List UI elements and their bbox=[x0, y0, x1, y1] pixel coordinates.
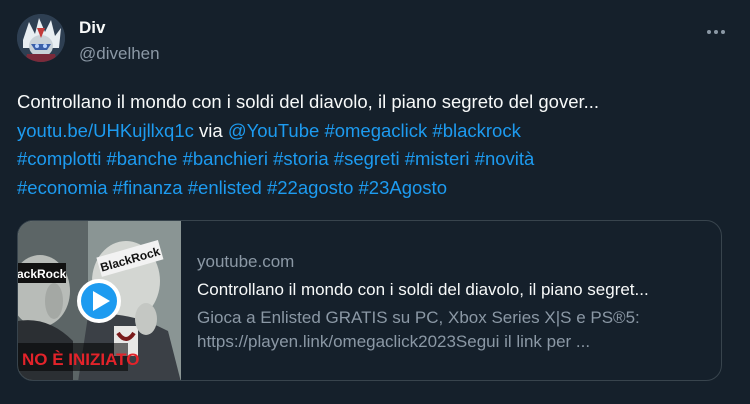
hashtag-link[interactable]: #omegaclick bbox=[324, 120, 427, 141]
more-dot-icon bbox=[721, 30, 725, 34]
hashtag-link[interactable]: #banchieri bbox=[183, 148, 268, 169]
hashtag-link[interactable]: #finanza bbox=[113, 177, 183, 198]
more-dot-icon bbox=[714, 30, 718, 34]
thumb-label-left: lackRock bbox=[18, 267, 67, 281]
tweet-first-line: Controllano il mondo con i soldi del dia… bbox=[17, 91, 600, 112]
video-thumbnail[interactable]: lackRock BlackRock NO È INIZIATO bbox=[18, 221, 181, 380]
hashtag-link[interactable]: #segreti bbox=[334, 148, 400, 169]
tweet[interactable]: Div @divelhen Controllano il mondo con i… bbox=[0, 0, 750, 404]
tweet-links-line: youtu.be/UHKujllxq1c via @YouTube #omega… bbox=[17, 117, 732, 146]
display-name[interactable]: Div bbox=[79, 18, 105, 38]
more-options-button[interactable] bbox=[704, 22, 728, 42]
thumbnail-image: lackRock BlackRock NO È INIZIATO bbox=[18, 221, 181, 380]
thumb-banner: NO È INIZIATO bbox=[22, 350, 139, 369]
card-description: Gioca a Enlisted GRATIS su PC, Xbox Seri… bbox=[197, 308, 640, 351]
tweet-hashtag-line: #economia #finanza #enlisted #22agosto #… bbox=[17, 174, 732, 203]
hashtag-link[interactable]: #banche bbox=[106, 148, 177, 169]
hashtag-link[interactable]: #storia bbox=[273, 148, 329, 169]
card-domain: youtube.com bbox=[197, 252, 295, 271]
hashtag-link[interactable]: #enlisted bbox=[188, 177, 262, 198]
avatar[interactable] bbox=[17, 14, 65, 62]
tweet-hashtag-line: #complotti #banche #banchieri #storia #s… bbox=[17, 145, 732, 174]
hashtag-link[interactable]: #economia bbox=[17, 177, 108, 198]
hashtag-link[interactable]: #complotti bbox=[17, 148, 101, 169]
hashtag-link[interactable]: #blackrock bbox=[432, 120, 520, 141]
hashtag-link[interactable]: #23Agosto bbox=[359, 177, 447, 198]
hashtag-link[interactable]: #misteri bbox=[405, 148, 470, 169]
tweet-text: Controllano il mondo con i soldi del dia… bbox=[17, 88, 732, 202]
more-dot-icon bbox=[707, 30, 711, 34]
hashtag-link[interactable]: #novità bbox=[475, 148, 535, 169]
card-title: Controllano il mondo con i soldi del dia… bbox=[197, 280, 649, 299]
via-text: via bbox=[193, 119, 228, 141]
mention-link[interactable]: @YouTube bbox=[228, 120, 319, 141]
user-handle[interactable]: @divelhen bbox=[79, 44, 160, 64]
link-preview-card[interactable]: lackRock BlackRock NO È INIZIATO youtube… bbox=[17, 220, 722, 381]
hashtag-link[interactable]: #22agosto bbox=[267, 177, 353, 198]
video-link[interactable]: youtu.be/UHKujllxq1c bbox=[17, 120, 194, 141]
avatar-image bbox=[17, 14, 65, 62]
